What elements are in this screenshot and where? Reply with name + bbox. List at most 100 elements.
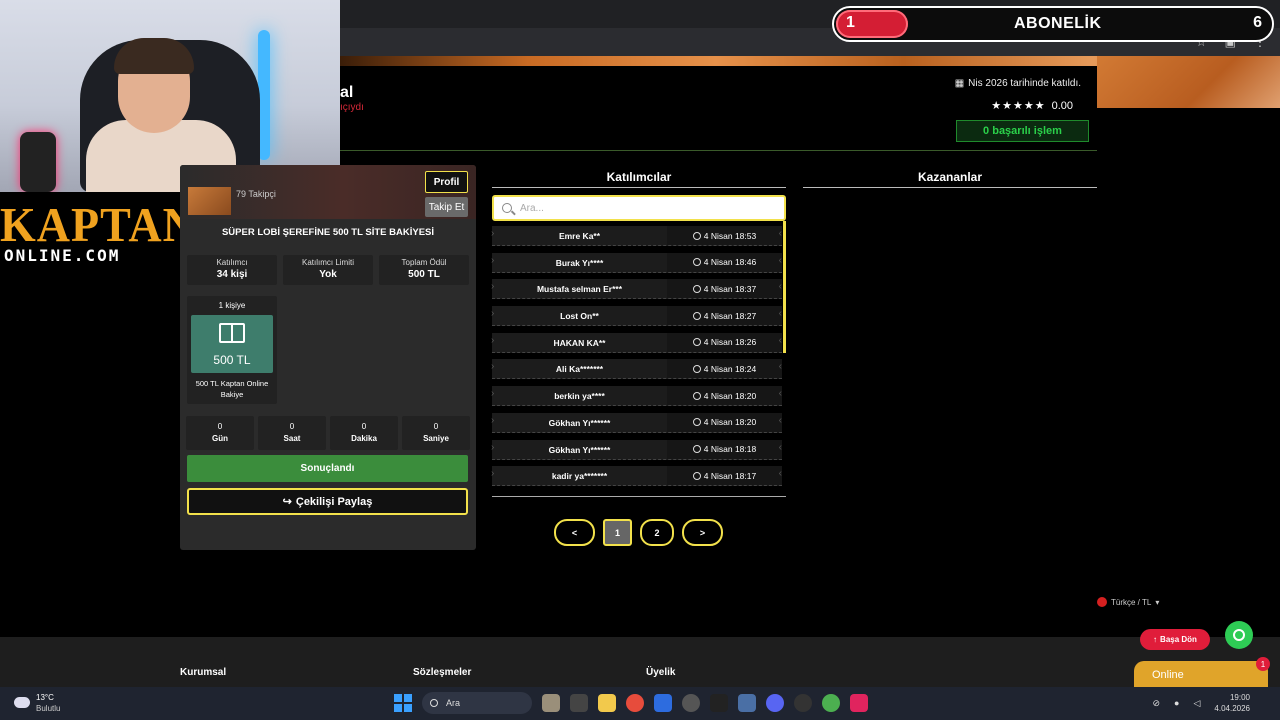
participant-date-text: 4 Nisan 18:27 bbox=[703, 310, 757, 321]
participant-name: berkin ya**** bbox=[492, 386, 667, 406]
profile-rating: ★★★★★ 0.00 bbox=[991, 99, 1073, 113]
banner-image bbox=[1097, 56, 1280, 108]
back-to-top-button[interactable]: ↑ Başa Dön bbox=[1140, 629, 1210, 650]
subscriber-current: 1 bbox=[846, 14, 855, 31]
giveaway-card: 79 Takipçi Profil Takip Et SÜPER LOBİ ŞE… bbox=[180, 165, 476, 550]
microphone bbox=[20, 132, 56, 192]
chrome-icon[interactable] bbox=[626, 694, 644, 712]
volume-icon[interactable]: ◁ bbox=[1193, 698, 1200, 709]
participants-title[interactable]: Katılımcılar bbox=[492, 170, 786, 184]
page-1-button[interactable]: 1 bbox=[603, 519, 632, 546]
winners-underline bbox=[803, 187, 1097, 188]
subscriber-goal: 6 bbox=[1253, 14, 1262, 31]
follow-button[interactable]: Takip Et bbox=[425, 197, 468, 217]
participants-underline bbox=[492, 187, 786, 188]
language-selector[interactable]: Türkçe / TL ▾ bbox=[1097, 597, 1159, 607]
table-row: Ali Ka******* 4 Nisan 18:24 bbox=[491, 359, 782, 380]
list-divider bbox=[492, 496, 786, 497]
wifi-off-icon[interactable]: ⊘ bbox=[1153, 698, 1161, 709]
table-row: Gökhan Yı****** 4 Nisan 18:20 bbox=[491, 412, 782, 433]
windows-start-icon[interactable] bbox=[394, 694, 412, 712]
timer-label: Gün bbox=[212, 434, 228, 443]
file-explorer-icon[interactable] bbox=[598, 694, 616, 712]
webcam-overlay bbox=[0, 0, 340, 192]
participant-date-text: 4 Nisan 18:17 bbox=[703, 470, 757, 481]
timer-value: 0 bbox=[289, 422, 295, 431]
subscriber-goal-bar: 1 ABONELİK 6 bbox=[832, 6, 1274, 42]
clock-time: 19:00 bbox=[1229, 693, 1250, 702]
store-icon[interactable] bbox=[654, 694, 672, 712]
participant-name: Burak Yı**** bbox=[492, 252, 667, 272]
avatar[interactable] bbox=[188, 187, 231, 215]
online-label: Online bbox=[1152, 669, 1184, 681]
online-chat-tab[interactable]: Online 1 bbox=[1134, 657, 1270, 689]
table-row: Burak Yı**** 4 Nisan 18:46 bbox=[491, 252, 782, 273]
taskbar-apps: Ara bbox=[394, 692, 868, 714]
follower-count: 79 Takipçi bbox=[236, 189, 276, 199]
windows-taskbar: 13°C Bulutlu Ara ⊘ ● ◁ 19:00 4.04.2026 bbox=[0, 687, 1280, 720]
prize-amount: 500 TL bbox=[213, 353, 251, 367]
clock-icon bbox=[692, 418, 701, 427]
stat-label: Katılımcı bbox=[216, 258, 248, 267]
search-input[interactable] bbox=[520, 202, 760, 214]
timer-hours: 0 Saat bbox=[258, 416, 326, 450]
participant-date: 4 Nisan 18:26 bbox=[667, 332, 782, 352]
clock-icon bbox=[692, 445, 701, 453]
clock-icon bbox=[692, 284, 701, 293]
page-2-button[interactable]: 2 bbox=[640, 519, 674, 546]
status-finished-button[interactable]: Sonuçlandı bbox=[187, 455, 468, 482]
footer-agreements[interactable]: Sözleşmeler bbox=[413, 667, 471, 678]
timer-seconds: 0 Saniye bbox=[402, 416, 470, 450]
list-scrollbar[interactable] bbox=[783, 221, 786, 353]
system-clock[interactable]: 19:00 4.04.2026 bbox=[1214, 692, 1250, 714]
crosshair-icon[interactable] bbox=[682, 694, 700, 712]
profile-button[interactable]: Profil bbox=[425, 171, 468, 193]
prev-page-button[interactable]: < bbox=[554, 519, 595, 546]
participant-date-text: 4 Nisan 18:26 bbox=[703, 337, 757, 348]
timer-days: 0 Gün bbox=[186, 416, 254, 450]
table-row: berkin ya**** 4 Nisan 18:20 bbox=[491, 386, 782, 407]
clock-icon bbox=[692, 391, 701, 400]
participant-date: 4 Nisan 18:20 bbox=[667, 386, 782, 406]
participant-name: Lost On** bbox=[492, 306, 667, 326]
whatsapp-button[interactable] bbox=[1225, 621, 1253, 649]
next-page-button[interactable]: > bbox=[682, 519, 723, 546]
footer-corporate[interactable]: Kurumsal bbox=[180, 667, 226, 678]
notes-icon[interactable] bbox=[710, 694, 728, 712]
stat-value: 500 TL bbox=[408, 269, 440, 280]
clock-icon bbox=[692, 364, 701, 373]
app-icon[interactable] bbox=[542, 694, 560, 712]
participant-search[interactable] bbox=[492, 195, 786, 221]
search-icon bbox=[502, 203, 512, 213]
profile-subtitle: ıçıydı bbox=[340, 102, 364, 113]
share-giveaway-button[interactable]: ↪ Çekilişi Paylaş bbox=[187, 488, 468, 515]
task-view-icon[interactable] bbox=[570, 694, 588, 712]
taskbar-search[interactable]: Ara bbox=[422, 692, 532, 714]
valorant-icon[interactable] bbox=[850, 694, 868, 712]
obs-icon[interactable] bbox=[794, 694, 812, 712]
participant-list: Emre Ka** 4 Nisan 18:53 Burak Yı**** 4 Nisa… bbox=[491, 226, 782, 493]
timer-value: 0 bbox=[217, 422, 223, 431]
vpn-icon[interactable] bbox=[738, 694, 756, 712]
browser-icon[interactable] bbox=[822, 694, 840, 712]
logo-line-1: KAPTAN bbox=[0, 197, 197, 252]
back-to-top-label: Başa Dön bbox=[1160, 635, 1197, 644]
weather-widget[interactable]: 13°C Bulutlu bbox=[14, 693, 60, 713]
cloud-icon bbox=[14, 697, 30, 708]
clock-icon bbox=[692, 311, 701, 320]
clock-icon bbox=[692, 471, 701, 480]
discord-icon[interactable] bbox=[766, 694, 784, 712]
participant-date: 4 Nisan 18:53 bbox=[667, 226, 782, 245]
microphone-icon[interactable]: ● bbox=[1174, 698, 1179, 708]
winners-title[interactable]: Kazananlar bbox=[803, 170, 1097, 184]
joined-date: ▦ Nis 2026 tarihinde katıldı. bbox=[955, 78, 1081, 89]
table-row: kadir ya******* 4 Nisan 18:17 bbox=[491, 466, 782, 487]
system-tray: ⊘ ● ◁ 19:00 4.04.2026 bbox=[1153, 692, 1251, 714]
subscriber-title: ABONELİK bbox=[1014, 15, 1102, 32]
footer-membership[interactable]: Üyelik bbox=[646, 667, 675, 678]
clock-icon bbox=[692, 258, 701, 267]
language-label: Türkçe / TL bbox=[1111, 597, 1152, 607]
participant-date-text: 4 Nisan 18:24 bbox=[703, 363, 757, 374]
participant-name: Emre Ka** bbox=[492, 226, 667, 245]
pagination: < 1 2 > bbox=[554, 519, 723, 546]
